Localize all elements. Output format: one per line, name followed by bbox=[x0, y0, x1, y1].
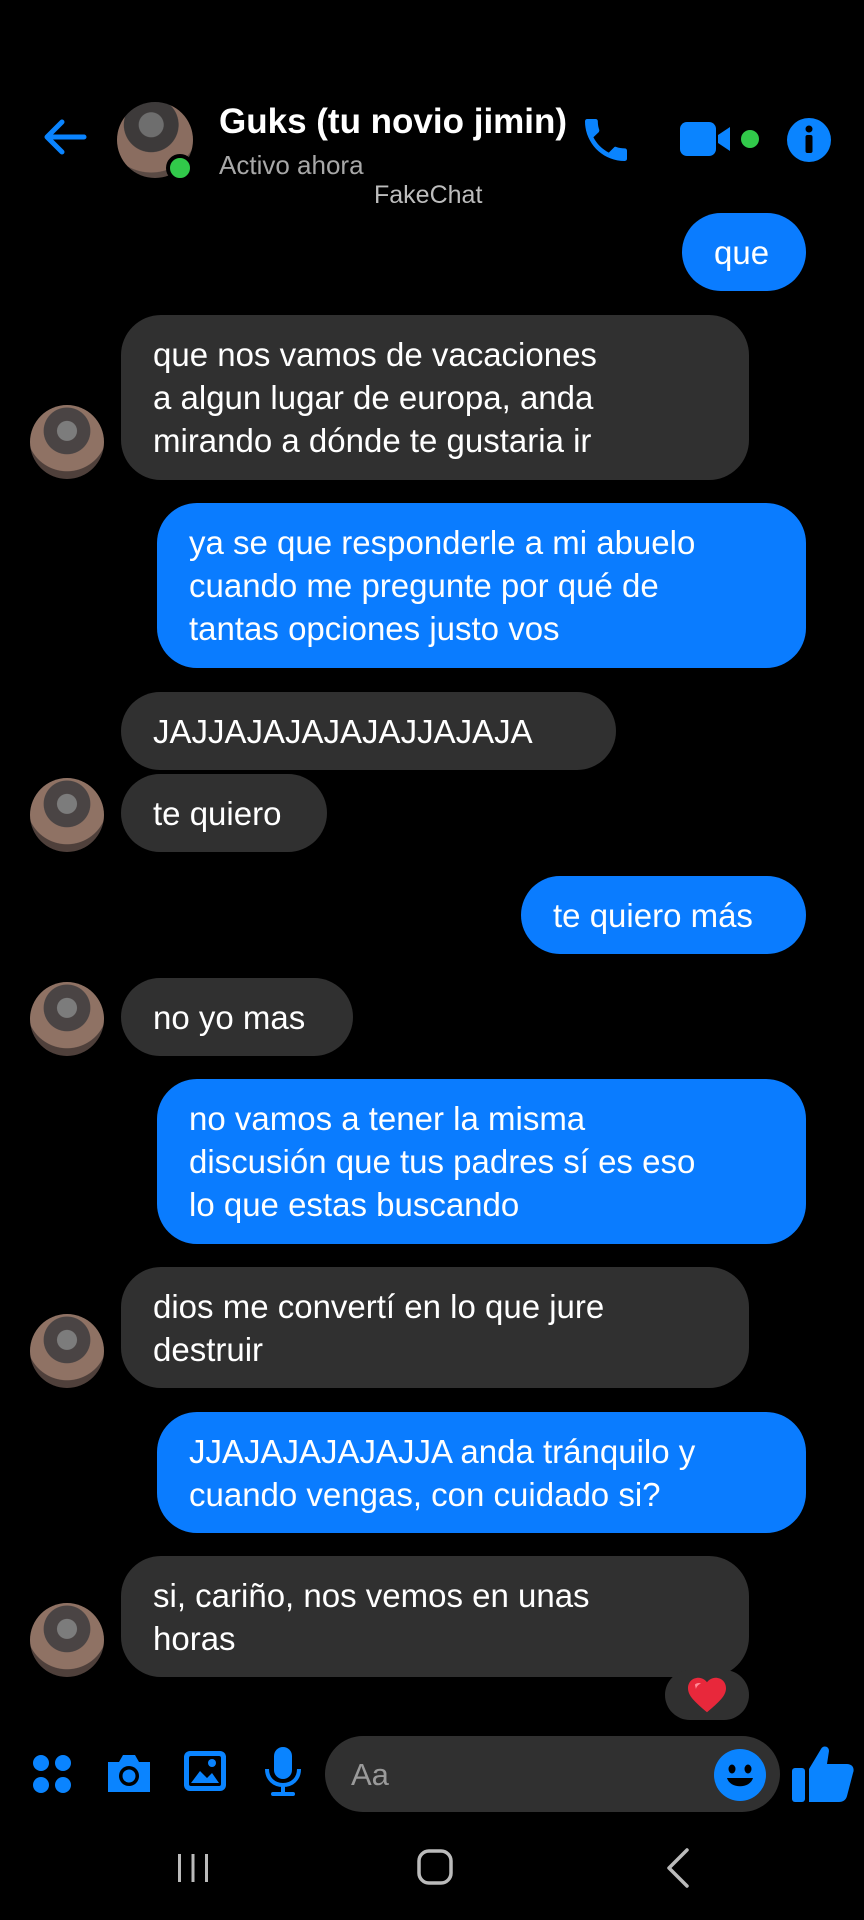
emoji-button[interactable] bbox=[712, 1747, 768, 1803]
message-bubble-sent[interactable]: ya se que responderle a mi abuelo cuando… bbox=[157, 503, 806, 668]
message-text: destruir bbox=[153, 1330, 264, 1368]
message-bubble-sent[interactable]: te quiero más bbox=[521, 876, 806, 954]
contact-avatar-small bbox=[30, 1314, 104, 1388]
back-button[interactable] bbox=[40, 112, 90, 162]
message-bubble-received[interactable]: te quiero bbox=[121, 774, 327, 852]
contact-status: Activo ahora bbox=[219, 150, 364, 180]
message-text: cuando me pregunte por qué de bbox=[189, 567, 659, 604]
message-bubble-received[interactable]: JAJJAJAJAJAJAJJAJAJA bbox=[121, 692, 616, 770]
gallery-icon bbox=[184, 1751, 226, 1791]
message-text: JAJJAJAJAJAJAJJAJAJA bbox=[153, 712, 533, 750]
info-button[interactable] bbox=[786, 117, 832, 163]
message-text: a algun lugar de europa, anda bbox=[153, 379, 594, 416]
message-bubble-sent[interactable]: que bbox=[682, 213, 806, 291]
message-text: horas bbox=[153, 1619, 236, 1657]
recent-apps-icon bbox=[178, 1854, 208, 1882]
video-call-button[interactable] bbox=[678, 118, 768, 162]
camera-icon bbox=[108, 1755, 150, 1792]
message-text: ya se que responderle a mi abuelo bbox=[189, 524, 696, 561]
message-text: que nos vamos de vacaciones bbox=[153, 336, 597, 373]
contact-avatar-small bbox=[30, 778, 104, 852]
gallery-button[interactable] bbox=[182, 1747, 228, 1795]
message-text: dios me convertí en lo que jure bbox=[153, 1287, 605, 1325]
contact-avatar-small bbox=[30, 1603, 104, 1677]
voice-call-button[interactable] bbox=[578, 112, 634, 168]
message-text: JJAJAJAJAJAJJA anda tránquilo y bbox=[189, 1432, 696, 1470]
contact-avatar-small bbox=[30, 982, 104, 1056]
message-bubble-received[interactable]: dios me convertí en lo que jure destruir bbox=[121, 1267, 749, 1388]
back-icon bbox=[667, 1848, 689, 1888]
message-text: que bbox=[714, 233, 770, 271]
message-text: si, cariño, nos vemos en unas bbox=[153, 1576, 590, 1614]
contact-name[interactable]: Guks (tu novio jimin) bbox=[219, 102, 567, 142]
microphone-icon bbox=[265, 1747, 301, 1796]
recent-apps-button[interactable] bbox=[173, 1848, 213, 1888]
message-text: te quiero bbox=[153, 794, 282, 832]
like-button[interactable] bbox=[790, 1740, 856, 1806]
emoji-icon bbox=[714, 1749, 766, 1801]
message-text: tantas opciones justo vos bbox=[189, 610, 560, 647]
phone-icon bbox=[585, 119, 627, 161]
message-text: no yo mas bbox=[153, 998, 306, 1036]
message-input[interactable] bbox=[351, 1757, 681, 1793]
message-text: mirando a dónde te gustaria ir bbox=[153, 422, 592, 459]
thumbs-up-icon bbox=[792, 1746, 854, 1802]
heart-icon bbox=[688, 1677, 726, 1713]
home-button[interactable] bbox=[415, 1847, 455, 1887]
watermark: FakeChat bbox=[374, 181, 483, 209]
message-bubble-sent[interactable]: no vamos a tener la misma discusión que … bbox=[157, 1079, 806, 1244]
info-icon bbox=[787, 118, 831, 162]
back-arrow-icon bbox=[44, 119, 87, 155]
message-text: discusión que tus padres sí es eso bbox=[189, 1143, 696, 1180]
message-text: no vamos a tener la misma bbox=[189, 1100, 586, 1137]
video-camera-icon bbox=[680, 122, 759, 156]
contact-avatar-small bbox=[30, 405, 104, 479]
message-text: lo que estas buscando bbox=[189, 1186, 520, 1223]
message-bubble-received[interactable]: que nos vamos de vacaciones a algun luga… bbox=[121, 315, 749, 480]
message-text: te quiero más bbox=[553, 896, 753, 934]
online-indicator bbox=[166, 154, 194, 182]
camera-button[interactable] bbox=[104, 1750, 154, 1796]
apps-grid-icon bbox=[33, 1755, 71, 1793]
message-bubble-received[interactable]: si, cariño, nos vemos en unas horas bbox=[121, 1556, 749, 1677]
message-text: cuando vengas, con cuidado si? bbox=[189, 1475, 661, 1513]
home-icon bbox=[417, 1849, 453, 1885]
voice-message-button[interactable] bbox=[263, 1745, 303, 1799]
apps-button[interactable] bbox=[30, 1752, 74, 1796]
system-back-button[interactable] bbox=[663, 1846, 693, 1890]
message-bubble-sent[interactable]: JJAJAJAJAJAJJA anda tránquilo y cuando v… bbox=[157, 1412, 806, 1533]
message-reaction[interactable] bbox=[665, 1670, 749, 1720]
message-bubble-received[interactable]: no yo mas bbox=[121, 978, 353, 1056]
